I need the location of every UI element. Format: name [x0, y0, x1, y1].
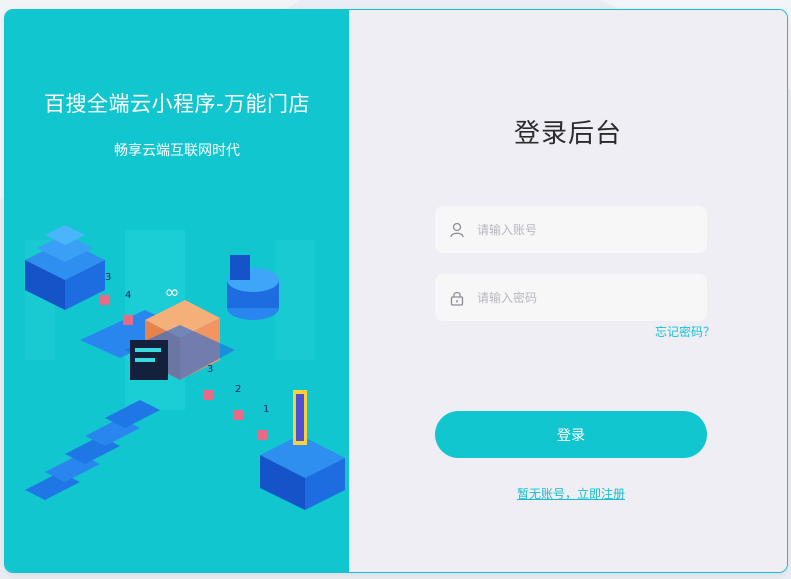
block-label-3: 3 [207, 364, 213, 375]
login-button[interactable]: 登录 [435, 411, 707, 458]
block-label-4: 2 [235, 384, 241, 395]
brand-title: 百搜全端云小程序-万能门店 [43, 92, 311, 116]
right-platform [227, 255, 279, 320]
register-link[interactable]: 暂无账号，立即注册 [435, 485, 707, 502]
block-label-5: 1 [263, 404, 269, 415]
block-label-2: 4 [125, 290, 131, 301]
brand-subtitle: 畅享云端互联网时代 [114, 143, 240, 159]
forgot-password-link[interactable]: 忘记密码？ [655, 323, 715, 340]
block-label-1: 3 [105, 272, 111, 283]
brand-panel: 百搜全端云小程序-万能门店 畅享云端互联网时代 ∞ 3 4 3 2 1 [5, 10, 349, 572]
login-title: 登录后台 [513, 119, 622, 149]
password-input[interactable] [475, 289, 679, 306]
bottom-right-tower [260, 390, 345, 510]
username-field[interactable] [435, 206, 707, 253]
username-input[interactable] [475, 221, 679, 238]
password-field[interactable] [435, 274, 707, 321]
isometric-illustration: ∞ 3 4 3 2 1 [25, 225, 345, 510]
user-icon [449, 221, 465, 239]
core-symbol: ∞ [165, 282, 180, 303]
lock-icon [449, 289, 465, 307]
